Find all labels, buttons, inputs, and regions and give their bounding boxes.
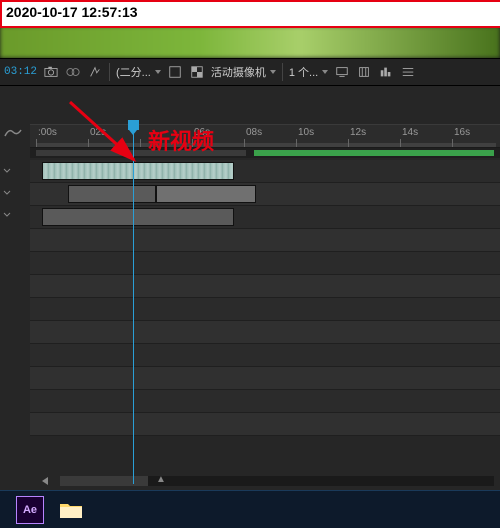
roi-icon[interactable] <box>167 64 183 80</box>
transparency-grid-icon[interactable] <box>189 64 205 80</box>
composition-preview-strip <box>0 26 500 58</box>
separator <box>282 63 283 81</box>
taskbar-app-explorer[interactable] <box>58 499 84 521</box>
zoom-slider[interactable]: ▲ <box>60 476 494 486</box>
row-expand-chevron[interactable] <box>2 160 12 182</box>
ruler-tick-label: 14s <box>402 127 418 138</box>
snapshot-icon[interactable] <box>43 64 59 80</box>
row-expand-chevron[interactable] <box>2 182 12 204</box>
timestamp-text: 2020-10-17 12:57:13 <box>6 4 138 20</box>
tracks-area[interactable] <box>30 160 500 436</box>
track-row[interactable] <box>30 206 500 229</box>
track-row-empty[interactable] <box>30 344 500 367</box>
timeline-icon[interactable] <box>400 64 416 80</box>
preview-toolbar: 03:12 (二分... 活动摄像机 1 个... <box>0 58 500 86</box>
track-row-empty[interactable] <box>30 298 500 321</box>
timeline-left-gutter <box>0 86 30 490</box>
taskbar-app-aftereffects[interactable]: Ae <box>16 496 44 524</box>
camera-label: 活动摄像机 <box>211 64 266 80</box>
annotation-arrow <box>60 96 150 172</box>
resolution-dropdown[interactable]: (二分... <box>116 64 161 80</box>
annotation-text: 新视频 <box>148 124 214 156</box>
chevron-down-icon <box>322 70 328 74</box>
track-row-empty[interactable] <box>30 229 500 252</box>
current-time-indicator[interactable] <box>133 124 134 484</box>
views-dropdown[interactable]: 1 个... <box>289 64 328 80</box>
fast-previews-icon[interactable] <box>378 64 394 80</box>
track-row-empty[interactable] <box>30 390 500 413</box>
zoom-handle[interactable] <box>60 476 148 486</box>
chevron-down-icon <box>155 70 161 74</box>
track-row[interactable] <box>30 183 500 206</box>
zoom-in-icon[interactable] <box>42 477 48 485</box>
clip[interactable] <box>68 185 156 203</box>
active-camera-dropdown[interactable]: 活动摄像机 <box>211 64 276 80</box>
ruler-tick-label: 12s <box>350 127 366 138</box>
views-label: 1 个... <box>289 64 318 80</box>
clip[interactable] <box>42 208 234 226</box>
zoom-out-icon[interactable]: ▲ <box>156 474 166 485</box>
timestamp-overlay: 2020-10-17 12:57:13 <box>0 0 500 28</box>
resolution-label: (二分... <box>116 64 151 80</box>
ruler-tick-label: :00s <box>38 127 57 138</box>
navigator-preview-range <box>254 150 494 156</box>
row-expand-chevron[interactable] <box>2 204 12 226</box>
ruler-tick-label: 08s <box>246 127 262 138</box>
exposure-icon[interactable] <box>87 64 103 80</box>
ruler-tick-label: 16s <box>454 127 470 138</box>
pixel-aspect-icon[interactable] <box>356 64 372 80</box>
channels-icon[interactable] <box>65 64 81 80</box>
ruler-tick-label: 10s <box>298 127 314 138</box>
track-row-empty[interactable] <box>30 275 500 298</box>
track-row-empty[interactable] <box>30 367 500 390</box>
ae-label: Ae <box>23 504 37 516</box>
track-row-empty[interactable] <box>30 413 500 436</box>
current-time-display[interactable]: 03:12 <box>4 66 37 78</box>
clip[interactable] <box>156 185 256 203</box>
chevron-down-icon <box>270 70 276 74</box>
track-row-empty[interactable] <box>30 321 500 344</box>
windows-taskbar: Ae <box>0 490 500 528</box>
separator <box>109 63 110 81</box>
track-row-empty[interactable] <box>30 252 500 275</box>
shy-icon[interactable] <box>4 126 22 140</box>
share-view-icon[interactable] <box>334 64 350 80</box>
